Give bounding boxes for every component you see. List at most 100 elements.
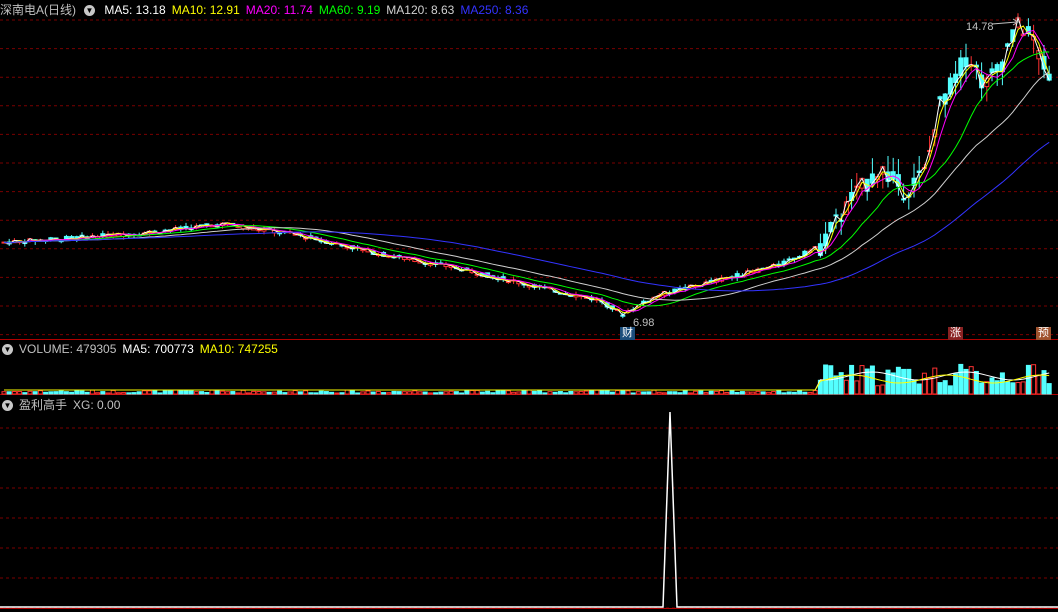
volume-bar (381, 392, 387, 395)
volume-bar (469, 389, 475, 395)
volume-bar (791, 391, 797, 395)
volume-bar (339, 392, 345, 395)
volume-bar (287, 391, 293, 395)
volume-bar (407, 391, 413, 395)
volume-bar (396, 391, 402, 395)
volume-bar (973, 370, 979, 395)
volume-bar (193, 391, 199, 395)
volume-bar (531, 390, 537, 395)
volume-bar (412, 390, 418, 395)
volume-bar (474, 389, 480, 395)
volume-bar (667, 391, 673, 395)
volume-bar (433, 392, 439, 395)
volume-bar (776, 389, 782, 395)
volume-bar (516, 391, 522, 395)
volume-bar (360, 391, 366, 395)
chevron-down-icon[interactable]: ▼ (2, 400, 13, 412)
volume-bar (968, 366, 974, 395)
volume-bar (1010, 382, 1016, 395)
volume-bar (604, 389, 610, 395)
volume-bar (303, 390, 309, 395)
volume-bar (209, 389, 215, 395)
candle-body (963, 57, 969, 68)
volume-bar (500, 390, 506, 395)
volume-bar (703, 392, 709, 395)
volume-bar (963, 368, 969, 395)
indicator-name[interactable]: 盈利高手 (19, 398, 67, 412)
volume-bar (479, 391, 485, 395)
candle-body (994, 64, 1000, 72)
volume-bar (464, 389, 470, 395)
chevron-down-icon[interactable]: ▼ (2, 344, 13, 356)
volume-bar (453, 391, 459, 395)
volume-bar (152, 389, 158, 395)
volume-bar (110, 389, 116, 395)
financial-report-marker[interactable]: 财 (620, 327, 635, 340)
volume-bar (32, 391, 38, 395)
volume-bar (760, 391, 766, 395)
volume-bar (27, 390, 33, 395)
volume-value: VOLUME: 479305 (19, 342, 117, 356)
forecast-marker[interactable]: 预 (1036, 327, 1051, 340)
volume-bar (199, 391, 205, 395)
volume-bar (17, 391, 23, 395)
volume-bar (745, 391, 751, 395)
volume-bar (89, 389, 95, 395)
volume-bar (573, 391, 579, 395)
volume-bar (755, 390, 761, 395)
ma-label-ma60: MA60: 9.19 (318, 3, 381, 17)
volume-bar (563, 392, 569, 395)
volume-bar (911, 379, 917, 395)
volume-bar (297, 391, 303, 395)
volume-bar (417, 391, 423, 395)
volume-bar (495, 390, 501, 395)
ma-label-ma5: MA5: 13.18 (104, 3, 166, 17)
volume-bar (542, 392, 548, 395)
volume-bar (344, 389, 350, 395)
stock-title[interactable]: 深南电A(日线) (0, 3, 76, 17)
chevron-down-icon[interactable]: ▼ (84, 5, 95, 17)
volume-bar (74, 389, 80, 395)
volume-bar (677, 392, 683, 395)
volume-bar (625, 390, 631, 395)
volume-bar (672, 391, 678, 395)
volume-bar (984, 381, 990, 395)
volume-bar (698, 390, 704, 395)
volume-bar (370, 391, 376, 395)
volume-bar (105, 392, 111, 395)
volume-bar (204, 391, 210, 395)
volume-bar (687, 392, 693, 395)
volume-bar (183, 390, 189, 395)
volume-bar (219, 390, 225, 395)
volume-bar (84, 391, 90, 395)
volume-bar (869, 365, 875, 395)
ma-line-ma20 (3, 29, 1050, 312)
volume-bar (323, 391, 329, 395)
volume-bar (329, 391, 335, 395)
volume-bar (136, 391, 142, 395)
volume-bar (1020, 381, 1026, 395)
volume-bar (115, 392, 121, 395)
volume-bar (942, 380, 948, 395)
volume-bar (739, 391, 745, 395)
volume-bar (173, 389, 179, 395)
indicator-xg: XG: 0.00 (73, 398, 121, 412)
volume-bar (651, 389, 657, 395)
volume-bar (635, 391, 641, 395)
limit-up-marker[interactable]: 涨 (948, 327, 963, 340)
volume-bar (843, 379, 849, 395)
volume-bar (583, 390, 589, 395)
volume-bar (443, 391, 449, 395)
volume-bar (318, 390, 324, 395)
volume-bar (349, 389, 355, 395)
volume-bar (53, 391, 59, 395)
volume-bar (178, 390, 184, 395)
volume-bar (58, 390, 64, 395)
volume-bar (609, 391, 615, 395)
volume-bar (214, 390, 220, 395)
volume-bar (620, 390, 626, 395)
volume-bar (521, 389, 527, 395)
volume-bar (901, 368, 907, 395)
volume-bar (693, 390, 699, 395)
volume-bar (786, 391, 792, 395)
